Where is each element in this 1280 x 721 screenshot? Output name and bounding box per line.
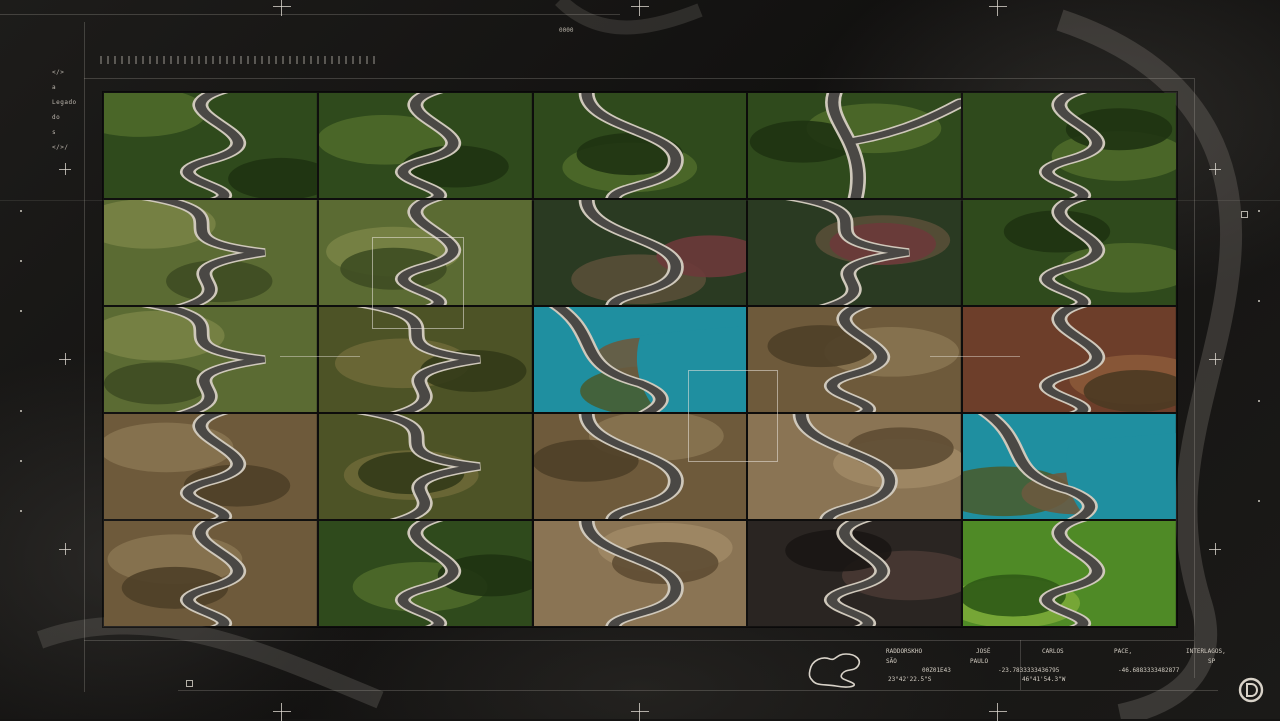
- top-ruler: [100, 56, 380, 64]
- scan-line: [280, 356, 360, 357]
- legend-item: </>: [52, 69, 65, 76]
- aerial-tile: [962, 520, 1177, 627]
- legend-item: a: [52, 84, 57, 91]
- scan-line: [930, 356, 1020, 357]
- aerial-tile: [747, 520, 963, 627]
- aerial-tile: [532, 520, 748, 627]
- discovery-d-logo: [1238, 677, 1264, 703]
- info-latitude: 23°42'22.5"S: [888, 676, 932, 683]
- info-header: CARLOS: [1042, 648, 1064, 655]
- hud-square-marker: [186, 680, 193, 687]
- top-label: 0000: [559, 27, 574, 34]
- tick-mark: [20, 510, 22, 512]
- legend-item: s: [52, 129, 57, 136]
- info-header: JOSÉ: [976, 648, 991, 655]
- crosshair-marker: [631, 703, 649, 721]
- aerial-tile: [103, 520, 318, 627]
- interlagos-track-icon: [808, 653, 861, 688]
- crosshair-marker: [59, 163, 71, 175]
- info-longitude: 46°41'54.3"W: [1022, 676, 1066, 683]
- aerial-tile: [103, 413, 318, 520]
- tick-mark: [20, 210, 22, 212]
- frame-bottom-line: [84, 640, 1194, 641]
- hud-square-marker: [1241, 211, 1248, 218]
- frame-left-line: [84, 22, 85, 692]
- aerial-tile: [962, 306, 1177, 413]
- frame-top-inner-line: [84, 78, 1194, 79]
- aerial-tile: [317, 199, 533, 306]
- info-header: RADDORSKHO: [886, 648, 923, 655]
- info-city: SÃO: [886, 658, 897, 665]
- frame-top-line: [0, 14, 620, 15]
- info-longitude-decimal: -46.6883333482877: [1118, 667, 1180, 674]
- aerial-tile: [317, 92, 533, 199]
- aerial-tile: [962, 199, 1177, 306]
- tick-mark: [1258, 300, 1260, 302]
- tick-mark: [1258, 500, 1260, 502]
- aerial-tile: [962, 92, 1177, 199]
- crosshair-marker: [1209, 163, 1221, 175]
- crosshair-marker: [989, 0, 1007, 16]
- frame-right-line: [1194, 78, 1195, 678]
- aerial-tile: [317, 306, 533, 413]
- aerial-tile: [747, 413, 963, 520]
- info-header: INTERLAGOS,: [1186, 648, 1226, 655]
- left-legend: </> a Legado do s </>/: [52, 70, 77, 160]
- aerial-tile: [532, 413, 748, 520]
- tick-mark: [20, 460, 22, 462]
- tick-mark: [20, 260, 22, 262]
- tick-mark: [20, 410, 22, 412]
- aerial-tile: [532, 92, 748, 199]
- frame-info-divider: [1020, 640, 1021, 690]
- crosshair-marker: [1209, 353, 1221, 365]
- tick-mark: [1258, 210, 1260, 212]
- crosshair-marker: [273, 703, 291, 721]
- info-code: 00Z01E43: [922, 667, 951, 674]
- aerial-tile: [532, 199, 748, 306]
- info-state: SP: [1208, 658, 1216, 665]
- aerial-road-mosaic: [103, 92, 1177, 627]
- aerial-tile: [747, 92, 963, 199]
- legend-item: Legado: [52, 99, 77, 106]
- tick-mark: [1258, 400, 1260, 402]
- aerial-tile: [532, 306, 748, 413]
- info-header: PACE,: [1114, 648, 1133, 655]
- legend-item: do: [52, 114, 61, 121]
- crosshair-marker: [989, 703, 1007, 721]
- info-latitude-decimal: -23.7833333436795: [998, 667, 1060, 674]
- crosshair-marker: [59, 543, 71, 555]
- aerial-tile: [747, 306, 963, 413]
- aerial-tile: [103, 306, 318, 413]
- legend-item: </>/: [52, 144, 69, 151]
- info-city: PAULO: [970, 658, 989, 665]
- aerial-tile: [103, 199, 318, 306]
- aerial-tile: [317, 520, 533, 627]
- aerial-tile: [962, 413, 1177, 520]
- aerial-tile: [747, 199, 963, 306]
- crosshair-marker: [631, 0, 649, 16]
- crosshair-marker: [1209, 543, 1221, 555]
- aerial-tile: [317, 413, 533, 520]
- tick-mark: [20, 310, 22, 312]
- crosshair-marker: [59, 353, 71, 365]
- crosshair-marker: [273, 0, 291, 16]
- frame-bottom-outer-line: [178, 690, 1218, 691]
- aerial-tile: [103, 92, 318, 199]
